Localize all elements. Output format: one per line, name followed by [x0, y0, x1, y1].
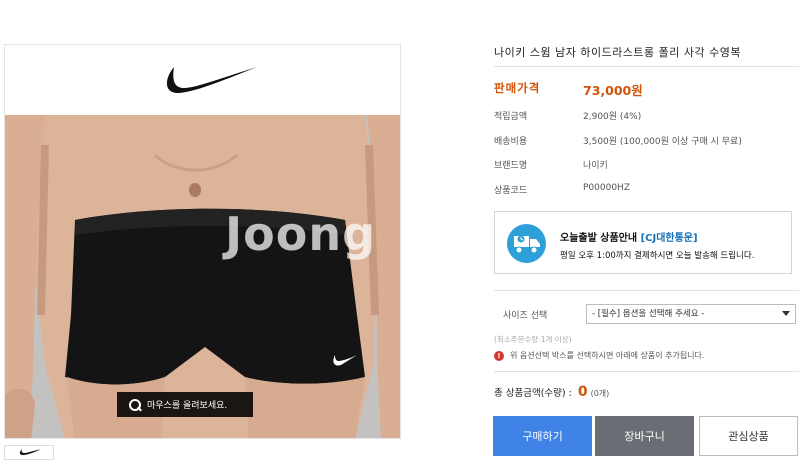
buy-now-button[interactable]: 구매하기 [493, 416, 592, 456]
size-select-value: - [필수] 옵션을 선택해 주세요 - [592, 309, 705, 319]
same-day-shipping-box: 오늘출발 상품안내 [CJ대한통운] 평일 오후 1:00까지 결제하시면 오늘… [494, 211, 792, 274]
total-amount: 0 [577, 384, 588, 400]
spec-label: 상품코드 [494, 186, 528, 196]
divider [494, 290, 799, 291]
spec-label: 배송비용 [494, 137, 528, 147]
delivery-truck-icon [507, 224, 546, 263]
shipping-title: 오늘출발 상품안내 [CJ대한통운] [560, 229, 698, 244]
zoom-hint-label: 마우스를 올려보세요. [147, 401, 228, 411]
spec-value: P00000HZ [583, 183, 630, 193]
chevron-down-icon [782, 311, 790, 316]
total-price: 총 상품금액(수량) : 0 (0개) [494, 384, 609, 400]
divider [494, 66, 799, 67]
size-option-label: 사이즈 선택 [503, 311, 548, 321]
spec-value: 나이키 [583, 161, 608, 171]
option-notice-text: 위 옵션선택 박스를 선택하시면 아래에 상품이 추가됩니다. [510, 351, 705, 360]
add-to-cart-button[interactable]: 장바구니 [595, 416, 694, 456]
magnifier-icon [129, 398, 141, 411]
wishlist-button[interactable]: 관심상품 [699, 416, 798, 456]
divider [494, 371, 799, 372]
spec-label: 브랜드명 [494, 161, 528, 171]
alert-icon: ! [494, 350, 504, 361]
size-option-row: 사이즈 선택 - [필수] 옵션을 선택해 주세요 - [494, 302, 799, 327]
spec-value: 3,500원 (100,000원 이상 구매 시 무료) [583, 137, 742, 147]
total-count: (0개) [590, 389, 610, 398]
spec-label: 적립금액 [494, 112, 528, 122]
nike-swoosh-logo [166, 67, 257, 93]
product-title: 나이키 스윔 남자 하이드라스트롱 폴리 사각 수영복 [494, 46, 741, 59]
total-label: 총 상품금액(수량) : [494, 388, 572, 399]
size-select[interactable]: - [필수] 옵션을 선택해 주세요 - [586, 304, 796, 324]
zoom-hint-button[interactable]: 마우스를 올려보세요. [117, 392, 253, 417]
brand-logo-area [5, 45, 400, 115]
price-value: 73,000원 [583, 83, 643, 98]
product-photo[interactable]: Joong [5, 115, 400, 438]
courier-name: [CJ대한통운] [640, 233, 698, 244]
product-info-panel: 나이키 스윔 남자 하이드라스트롱 폴리 사각 수영복 판매가격 73,000원… [493, 0, 800, 460]
product-photo-illustration [5, 115, 400, 438]
product-image-panel: Joong 마우스를 올려보세요. [4, 44, 401, 439]
spec-value: 2,900원 (4%) [583, 112, 642, 122]
shipping-description: 평일 오후 1:00까지 결제하시면 오늘 발송해 드립니다. [560, 251, 755, 261]
shipping-title-text: 오늘출발 상품안내 [560, 233, 638, 244]
watermark-text: Joong [225, 207, 376, 261]
thumbnail-item[interactable] [4, 445, 54, 460]
option-notice: ! 위 옵션선택 박스를 선택하시면 아래에 상품이 추가됩니다. [494, 350, 704, 361]
min-order-note: (최소주문수량 1개 이상) [494, 335, 572, 344]
price-label: 판매가격 [494, 81, 541, 95]
nike-swoosh-icon [19, 449, 41, 455]
